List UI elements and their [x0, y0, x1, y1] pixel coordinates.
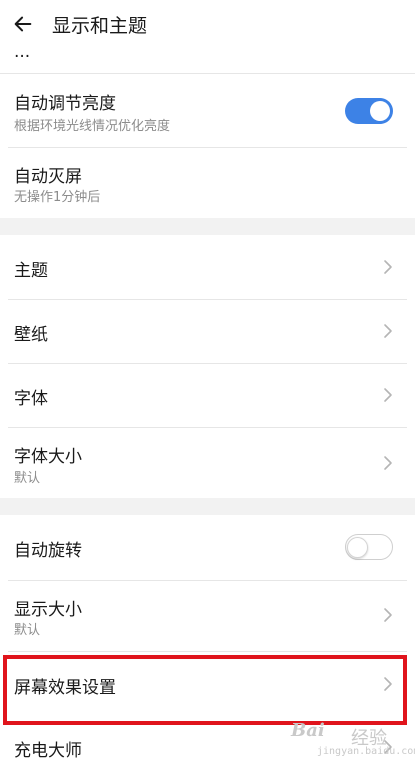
- toggle-knob: [347, 536, 368, 558]
- auto-rotate-toggle[interactable]: [345, 534, 393, 560]
- theme-label: 主题: [14, 261, 48, 281]
- watermark-logo: Bai: [291, 720, 325, 741]
- setting-display-size[interactable]: 显示大小 默认: [0, 581, 415, 651]
- chevron-right-icon: [383, 455, 393, 471]
- app-bar: 显示和主题: [0, 0, 415, 48]
- display-size-subtitle: 默认: [14, 623, 41, 638]
- back-arrow-icon: [14, 16, 32, 32]
- display-size-label: 显示大小: [14, 600, 82, 620]
- setting-auto-sleep[interactable]: 自动灭屏 无操作1分钟后: [0, 148, 415, 218]
- partial-row-label: ...: [14, 48, 31, 62]
- auto-rotate-label: 自动旋转: [14, 541, 82, 561]
- setting-font[interactable]: 字体: [0, 364, 415, 427]
- page-title: 显示和主题: [52, 14, 148, 37]
- auto-brightness-toggle[interactable]: [345, 98, 393, 124]
- auto-brightness-label: 自动调节亮度: [14, 94, 116, 114]
- chevron-right-icon: [383, 387, 393, 403]
- auto-sleep-subtitle: 无操作1分钟后: [14, 190, 101, 205]
- chevron-right-icon: [383, 323, 393, 339]
- section-gap: [0, 498, 415, 515]
- auto-sleep-label: 自动灭屏: [14, 167, 82, 187]
- font-size-subtitle: 默认: [14, 471, 41, 486]
- charging-master-label: 充电大师: [14, 741, 82, 761]
- setting-auto-brightness[interactable]: 自动调节亮度 根据环境光线情况优化亮度: [0, 75, 415, 147]
- auto-brightness-subtitle: 根据环境光线情况优化亮度: [14, 119, 171, 134]
- wallpaper-label: 壁纸: [14, 325, 48, 345]
- list-item-partial[interactable]: ...: [0, 48, 415, 74]
- watermark-url: jingyan.baidu.com: [317, 746, 415, 757]
- setting-theme[interactable]: 主题: [0, 235, 415, 299]
- setting-font-size[interactable]: 字体大小 默认: [0, 428, 415, 498]
- back-button[interactable]: [0, 0, 46, 48]
- font-label: 字体: [14, 389, 48, 409]
- chevron-right-icon: [383, 259, 393, 275]
- toggle-knob: [370, 101, 390, 121]
- chevron-right-icon: [383, 607, 393, 623]
- font-size-label: 字体大小: [14, 447, 82, 467]
- settings-screen: 显示和主题 ... 自动调节亮度 根据环境光线情况优化亮度 自动灭屏 无操作1分…: [0, 0, 415, 762]
- highlight-box: [3, 655, 407, 725]
- setting-wallpaper[interactable]: 壁纸: [0, 300, 415, 363]
- setting-auto-rotate[interactable]: 自动旋转: [0, 515, 415, 580]
- watermark: Bai 经验 jingyan.baidu.com: [291, 718, 415, 760]
- section-gap: [0, 218, 415, 235]
